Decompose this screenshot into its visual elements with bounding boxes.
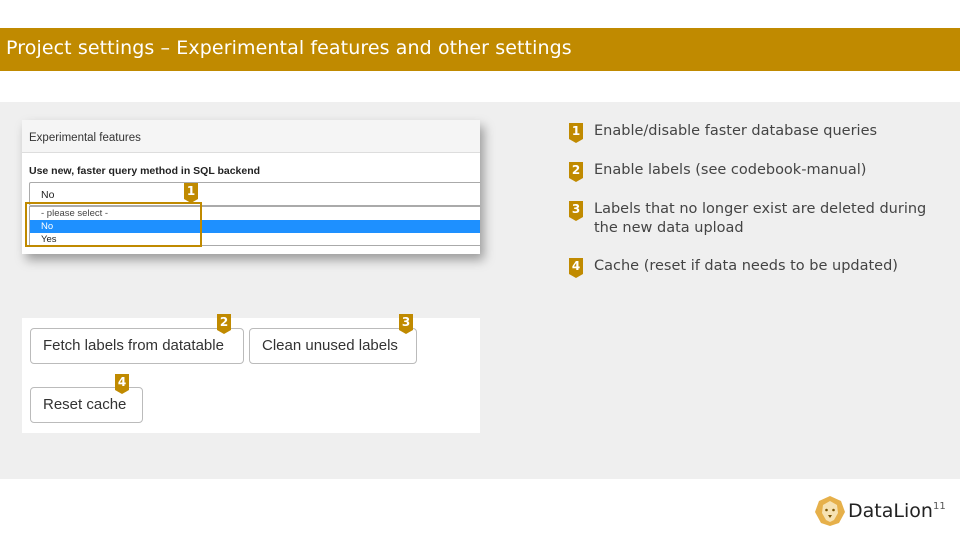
select-current-value: No <box>41 189 55 201</box>
legend-text-3: Labels that no longer exist are deleted … <box>594 201 927 236</box>
legend-text-2: Enable labels (see codebook-manual) <box>594 162 867 178</box>
brand-name: DataLion <box>848 500 933 522</box>
legend-badge-3: 3 <box>569 201 583 221</box>
legend-text-1: Enable/disable faster database queries <box>594 123 878 139</box>
badge-3: 3 <box>399 314 413 334</box>
legend-badge-4: 4 <box>569 258 583 278</box>
dropdown-highlight-box <box>25 202 202 247</box>
clean-unused-labels-button[interactable]: Clean unused labels <box>249 328 417 364</box>
badge-2: 2 <box>217 314 231 334</box>
reset-cache-button[interactable]: Reset cache <box>30 387 143 423</box>
legend-text-4: Cache (reset if data needs to be updated… <box>594 258 898 274</box>
badge-1: 1 <box>184 183 198 203</box>
legend-badge-1: 1 <box>569 123 583 143</box>
fetch-labels-button[interactable]: Fetch labels from datatable <box>30 328 244 364</box>
legend-badge-2: 2 <box>569 162 583 182</box>
lion-icon <box>815 496 845 526</box>
label-buttons-panel: Fetch labels from datatable Clean unused… <box>22 318 480 433</box>
title-bar: Project settings – Experimental features… <box>0 28 960 71</box>
experimental-features-header: Experimental features <box>22 120 480 153</box>
sql-query-method-label: Use new, faster query method in SQL back… <box>29 165 261 177</box>
slide-title: Project settings – Experimental features… <box>6 37 572 59</box>
experimental-features-title: Experimental features <box>29 132 141 144</box>
badge-4: 4 <box>115 374 129 394</box>
page-number: 11 <box>933 501 946 512</box>
